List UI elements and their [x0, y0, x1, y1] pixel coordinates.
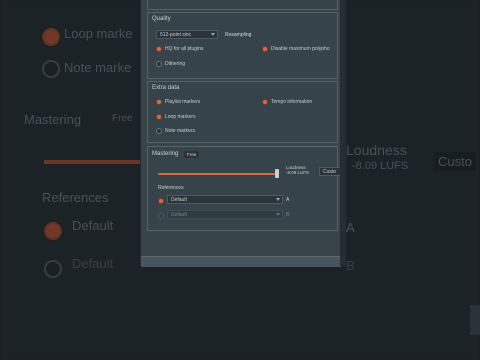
references-title: References [158, 185, 184, 191]
mastering-section: Mastering Free Loudness -8.09 LUFS Custo… [147, 146, 341, 231]
playlist-markers-label: Playlist markers [165, 99, 201, 105]
loudness-slider-handle[interactable] [275, 169, 279, 178]
dithering-label: Dithering [165, 61, 186, 67]
panel-bottom-bar [141, 256, 341, 267]
quality-section: Quality 512-point sinc Resampling HQ for… [147, 12, 338, 79]
sinc-select[interactable]: 512-point sinc [156, 30, 218, 39]
reference-a-label: A [286, 197, 290, 203]
radio-on-icon [156, 46, 162, 52]
render-settings-panel: Quality 512-point sinc Resampling HQ for… [140, 0, 342, 267]
chevron-down-icon [211, 33, 215, 36]
note-markers-label: Note markers [165, 128, 196, 134]
mastering-preset-value: Custo [323, 168, 337, 175]
disable-max-polyphony-label: Disable maximum polypho [271, 46, 330, 52]
loudness-slider-track[interactable] [158, 173, 276, 175]
chevron-down-icon [276, 198, 280, 201]
radio-on-icon [156, 99, 162, 105]
reference-a-select[interactable]: Default [167, 195, 283, 204]
radio-on-icon [156, 114, 162, 120]
panel-scrollbar[interactable] [340, 0, 346, 266]
resampling-label: Resampling [225, 32, 252, 38]
note-markers-option[interactable]: Note markers [156, 128, 195, 134]
reference-b-select[interactable]: Default [167, 210, 283, 219]
mastering-preset-select[interactable]: Custo [319, 167, 341, 176]
extra-data-title: Extra data [152, 85, 180, 91]
tempo-information-label: Tempo information [271, 99, 313, 105]
playlist-markers-option[interactable]: Playlist markers [156, 99, 200, 105]
reference-a-radio[interactable] [158, 198, 164, 204]
disable-max-polyphony-option[interactable]: Disable maximum polypho [262, 46, 330, 52]
reference-b-value: Default [171, 211, 187, 218]
reference-b-label: B [286, 212, 290, 218]
dithering-option[interactable]: Dithering [156, 61, 185, 67]
radio-on-icon [262, 99, 268, 105]
radio-off-icon [156, 128, 162, 134]
mastering-free-badge: Free [184, 151, 200, 158]
radio-off-icon [156, 61, 162, 67]
radio-on-icon [262, 46, 268, 52]
loudness-value: -8.09 LUFS [286, 170, 310, 175]
top-section-partial [147, 0, 338, 10]
sinc-select-value: 512-point sinc [160, 31, 192, 38]
loop-markers-option[interactable]: Loop markers [156, 114, 196, 120]
hq-all-plugins-label: HQ for all plugins [165, 46, 204, 52]
reference-b-radio[interactable] [158, 213, 164, 219]
loudness-readout: Loudness -8.09 LUFS [286, 165, 309, 175]
reference-a-value: Default [171, 196, 187, 203]
hq-all-plugins-option[interactable]: HQ for all plugins [156, 46, 203, 52]
extra-data-section: Extra data Playlist markers Tempo inform… [147, 81, 338, 143]
chevron-down-icon [276, 213, 280, 216]
quality-title: Quality [152, 16, 171, 22]
mastering-title: Mastering [152, 151, 179, 157]
tempo-information-option[interactable]: Tempo information [262, 99, 312, 105]
loop-markers-label: Loop markers [165, 114, 196, 120]
